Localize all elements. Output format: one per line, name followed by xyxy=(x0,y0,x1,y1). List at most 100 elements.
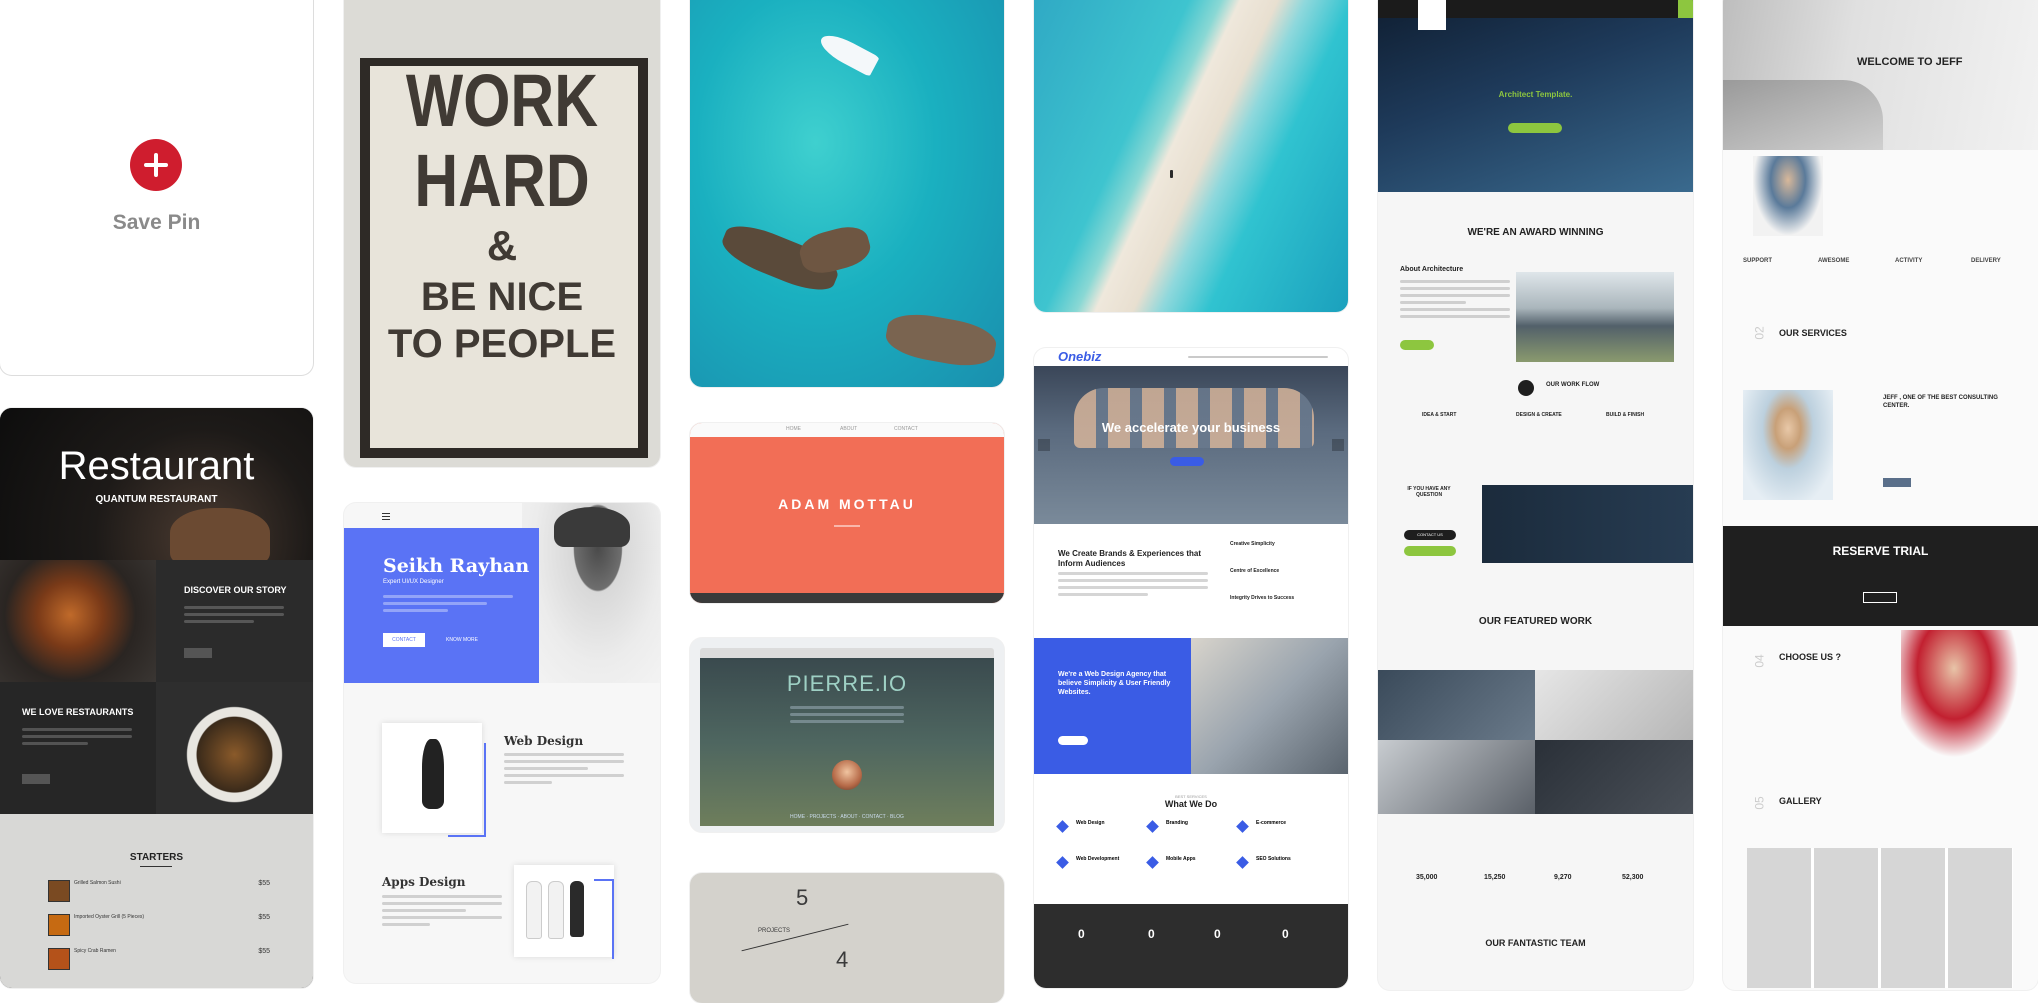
love-button[interactable] xyxy=(22,774,50,784)
stat-value: 52,300 xyxy=(1622,874,1644,881)
gallery-heading: GALLERY xyxy=(1779,796,1822,806)
feature-item: Creative Simplicity xyxy=(1230,541,1275,547)
menu-item: Imported Oyster Grill (5 Pieces) $55 xyxy=(48,912,270,936)
menu-icon[interactable] xyxy=(382,513,390,520)
contact-us-button[interactable]: CONTACT US xyxy=(1404,530,1456,540)
onebiz-hero-title: We accelerate your business xyxy=(1101,420,1281,435)
step-label: IDEA & START xyxy=(1422,412,1457,418)
work-hard-poster-pin[interactable]: WORK HARD & BE NICE TO PEOPLE xyxy=(344,0,660,467)
services-heading: OUR SERVICES xyxy=(1779,328,1847,338)
architect-logo[interactable] xyxy=(1418,0,1446,30)
read-more-button[interactable] xyxy=(1400,340,1434,350)
featured-image xyxy=(1378,670,1535,740)
beach-pin[interactable] xyxy=(1034,0,1348,312)
featured-image xyxy=(1378,740,1535,814)
trial-heading: RESERVE TRIAL xyxy=(1832,544,1929,558)
read-more-button[interactable] xyxy=(1883,478,1911,487)
poster-line-4: BE NICE xyxy=(420,275,584,319)
apps-design-heading: Apps Design xyxy=(382,875,466,889)
adam-name: ADAM MOTTAU xyxy=(778,496,916,512)
stat-value: 35,000 xyxy=(1416,874,1438,881)
restaurant-pin[interactable]: Restaurant QUANTUM RESTAURANT DISCOVER O… xyxy=(0,408,313,988)
restaurant-subtitle: QUANTUM RESTAURANT xyxy=(95,494,218,505)
featured-heading: OUR FEATURED WORK xyxy=(1478,616,1593,627)
team-heading: OUR FANTASTIC TEAM xyxy=(1485,938,1586,948)
architect-pin[interactable]: Architect Template. WE'RE AN AWARD WINNI… xyxy=(1378,0,1693,990)
web-design-heading: Web Design xyxy=(504,734,584,748)
pierre-io-pin[interactable]: PIERRE.IO HOME · PROJECTS · ABOUT · CONT… xyxy=(690,638,1004,832)
save-pin-label: Save Pin xyxy=(112,211,201,234)
adam-mottau-pin[interactable]: HOME ABOUT CONTACT ADAM MOTTAU xyxy=(690,423,1004,603)
poster-line-1: WORK xyxy=(405,59,599,142)
prev-arrow-icon[interactable] xyxy=(1038,439,1050,451)
agency-section xyxy=(1034,638,1191,774)
step-label: DESIGN & CREATE xyxy=(1516,412,1562,418)
portfolio-pin[interactable]: Seikh Rayhan Expert UI/UX Designer CONTA… xyxy=(344,503,660,983)
trial-banner xyxy=(1723,526,2038,626)
feature-label: ACTIVITY xyxy=(1895,258,1923,264)
feature-item: Centre of Excellence xyxy=(1230,568,1280,574)
love-heading: WE LOVE RESTAURANTS xyxy=(22,707,134,717)
trial-button[interactable] xyxy=(1863,592,1897,603)
stat-value: 0 xyxy=(1214,927,1221,941)
consulting-heading: JEFF , ONE OF THE BEST CONSULTING CENTER… xyxy=(1883,395,1998,409)
stat-value: 9,270 xyxy=(1554,874,1572,881)
shipwreck xyxy=(883,308,999,372)
agency-heading: We're a Web Design Agency that believe S… xyxy=(1058,671,1171,696)
adam-footer-bar xyxy=(690,593,1004,603)
feature-label: AWESOME xyxy=(1818,258,1850,264)
section-number: 02 xyxy=(1752,326,1767,340)
architect-hero-title: Architect Template. xyxy=(1498,90,1573,99)
stat-value: 0 xyxy=(1148,927,1155,941)
poster-line-3: & xyxy=(486,222,518,269)
what-heading: What We Do xyxy=(1164,799,1218,809)
pierre-title: PIERRE.IO xyxy=(786,671,908,696)
agency-button[interactable] xyxy=(1058,736,1088,745)
shipwreck xyxy=(796,221,874,279)
stat-value: 0 xyxy=(1078,927,1085,941)
project-number: 5 xyxy=(796,885,809,910)
project-number: 4 xyxy=(836,947,849,972)
poster-line-2: HARD xyxy=(414,139,590,222)
hero-cta-button[interactable] xyxy=(1508,123,1562,133)
walking-person xyxy=(1170,170,1173,178)
step-label: BUILD & FINISH xyxy=(1606,412,1645,418)
add-pin-icon[interactable] xyxy=(130,139,182,191)
laptop-hands xyxy=(1723,80,1883,150)
nav-link[interactable]: CONTACT xyxy=(894,426,918,432)
story-button[interactable] xyxy=(184,648,212,658)
jeff-pin[interactable]: WELCOME TO JEFF SUPPORT AWESOME ACTIVITY… xyxy=(1723,0,2038,990)
workflow-heading: OUR WORK FLOW xyxy=(1546,382,1600,388)
testimonial-block xyxy=(1482,485,1693,563)
team-meeting-image xyxy=(1191,638,1348,774)
featured-image xyxy=(1535,740,1693,814)
featured-image xyxy=(1535,670,1693,740)
next-arrow-icon[interactable] xyxy=(1332,439,1344,451)
section-number: 04 xyxy=(1752,654,1767,668)
restaurant-title: Restaurant xyxy=(58,444,255,488)
question-heading: IF YOU HAVE ANY QUESTION xyxy=(1407,486,1451,498)
save-pin-card[interactable]: Save Pin xyxy=(0,0,313,375)
section-number: 05 xyxy=(1752,796,1767,810)
workflow-icon xyxy=(1518,380,1534,396)
stat-value: 15,250 xyxy=(1484,874,1506,881)
brands-heading: We Create Brands & Experiences that Info… xyxy=(1058,549,1202,568)
portfolio-role: Expert UI/UX Designer xyxy=(383,579,444,585)
contact-button[interactable]: CONTACT xyxy=(383,633,425,647)
projects-pin[interactable]: 5 PROJECTS 4 xyxy=(690,873,1004,1003)
nav-link[interactable]: HOME xyxy=(786,426,801,432)
feature-label: DELIVERY xyxy=(1971,258,2001,264)
feature-label: SUPPORT xyxy=(1743,258,1773,264)
hero-button[interactable] xyxy=(1170,457,1204,466)
man-on-chair-image xyxy=(1753,156,1823,236)
story-heading: DISCOVER OUR STORY xyxy=(184,585,287,595)
onebiz-pin[interactable]: Onebiz We accelerate your business We Cr… xyxy=(1034,348,1348,988)
nav-link[interactable]: ABOUT xyxy=(840,426,857,432)
aerial-shipwreck-pin[interactable] xyxy=(690,0,1004,387)
onebiz-logo[interactable]: Onebiz xyxy=(1058,349,1101,364)
know-more-button[interactable]: KNOW MORE xyxy=(440,633,484,647)
award-heading: WE'RE AN AWARD WINNING xyxy=(1467,227,1604,238)
welcome-heading: WELCOME TO JEFF xyxy=(1857,56,1963,68)
stats-bar xyxy=(1034,904,1348,988)
menu-item: Grilled Salmon Sushi $55 xyxy=(48,878,270,902)
